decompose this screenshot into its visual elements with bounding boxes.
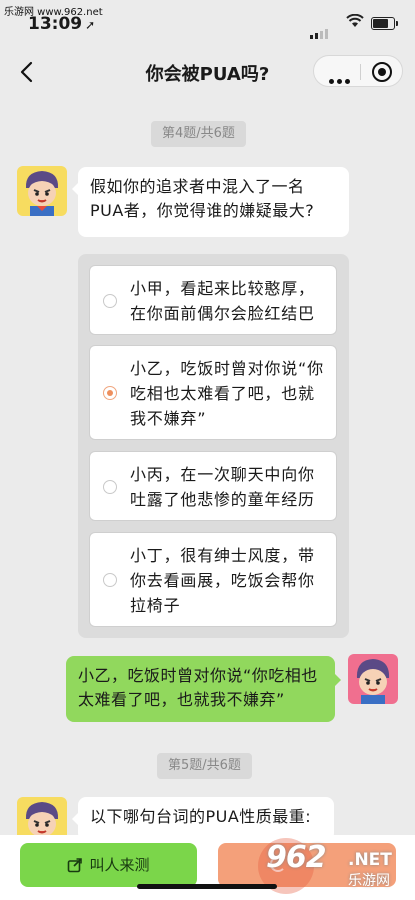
share-button-label: 叫人来测 <box>89 856 150 874</box>
option-d[interactable]: 小丁，很有绅士风度，带你去看画展，吃饭会帮你拉椅子 <box>89 532 337 627</box>
share-button[interactable]: 叫人来测 <box>20 843 197 887</box>
question-progress: 第5题/共6题 <box>157 753 252 779</box>
status-time: 13:09 ➚ <box>28 14 96 34</box>
status-bar: 13:09 ➚ <box>0 0 415 40</box>
close-target-icon[interactable] <box>372 62 392 82</box>
capsule-divider <box>360 64 361 80</box>
option-a[interactable]: 小甲，看起来比较憨厚，在你面前偶尔会脸红结巴 <box>89 265 337 335</box>
radio-button[interactable] <box>103 573 117 587</box>
location-arrow-icon: ➚ <box>85 18 96 32</box>
question-bubble: 假如你的追求者中混入了一名PUA者，你觉得谁的嫌疑最大? <box>72 167 349 237</box>
miniprogram-capsule <box>313 55 403 87</box>
cell-signal-icon <box>310 20 330 39</box>
site-logo-watermark: 962 .NET 乐游网 <box>258 838 408 894</box>
battery-icon <box>371 17 398 30</box>
option-label: 小甲，看起来比较憨厚，在你面前偶尔会脸红结巴 <box>130 279 315 323</box>
nav-bar: 你会被PUA吗? <box>0 50 415 94</box>
option-c[interactable]: 小丙，在一次聊天中向你吐露了他悲惨的童年经历 <box>89 451 337 521</box>
radio-button-selected[interactable] <box>103 386 117 400</box>
radio-button[interactable] <box>103 294 117 308</box>
user-avatar <box>348 654 398 704</box>
cartoon-girl-icon <box>356 659 390 704</box>
share-icon <box>68 858 83 873</box>
options-panel: 小甲，看起来比较憨厚，在你面前偶尔会脸红结巴 小乙，吃饭时曾对你说“你吃相也太难… <box>78 254 349 638</box>
bot-avatar <box>17 166 67 216</box>
option-label: 小丁，很有绅士风度，带你去看画展，吃饭会帮你拉椅子 <box>130 546 315 615</box>
option-label: 小乙，吃饭时曾对你说“你吃相也太难看了吧，也就我不嫌弃” <box>130 359 324 428</box>
wifi-icon <box>346 14 364 27</box>
cartoon-boy-icon <box>25 171 59 216</box>
radio-button[interactable] <box>103 480 117 494</box>
option-b[interactable]: 小乙，吃饭时曾对你说“你吃相也太难看了吧，也就我不嫌弃” <box>89 345 337 440</box>
option-label: 小丙，在一次聊天中向你吐露了他悲惨的童年经历 <box>130 465 315 509</box>
home-indicator <box>137 884 277 889</box>
question-progress: 第4题/共6题 <box>151 121 246 147</box>
more-icon[interactable] <box>329 69 353 88</box>
user-answer-bubble: 小乙，吃饭时曾对你说“你吃相也太难看了吧，也就我不嫌弃” <box>66 656 341 722</box>
